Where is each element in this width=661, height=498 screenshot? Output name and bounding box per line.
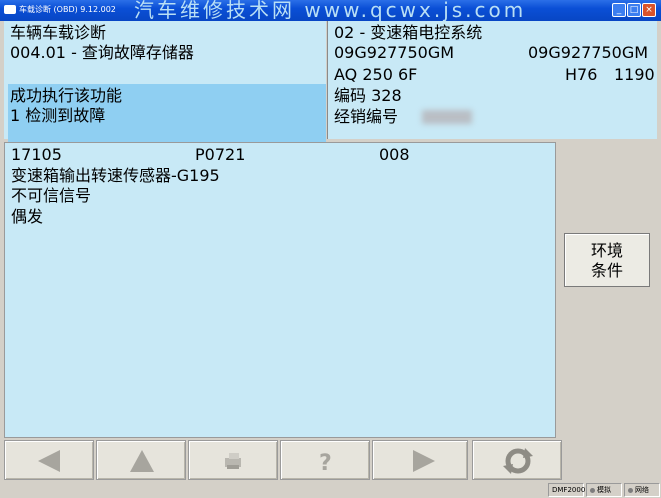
env-label-line1: 环境 — [590, 241, 623, 260]
fault-status-code: 008 — [379, 145, 410, 164]
dealer-number: 经销编号 — [334, 107, 399, 126]
part-number-alt: 09G927750GM — [528, 43, 649, 62]
print-icon — [225, 453, 241, 469]
forward-button[interactable] — [372, 440, 468, 480]
part-number: 09G927750GM — [334, 43, 455, 62]
fault-list[interactable]: 17105 P0721 008 变速箱输出转速传感器-G195 不可信信号 偶发 — [4, 142, 556, 438]
function-label: 004.01 - 查询故障存储器 — [10, 43, 194, 62]
redacted-dealer-value — [422, 110, 472, 124]
result-message: 成功执行该功能 — [10, 86, 123, 105]
software-version: 1190 — [614, 65, 655, 84]
status-panel: 车辆车载诊断 004.01 - 查询故障存储器 成功执行该功能 1 检测到故障 — [4, 21, 326, 159]
panel-heading: 车辆车载诊断 — [10, 23, 107, 42]
print-button[interactable] — [188, 440, 278, 480]
obd-code: P0721 — [195, 145, 246, 164]
status-mode-label: 模拟 — [597, 486, 611, 494]
status-bar: DMF2000 模拟 网络 — [0, 482, 661, 498]
fault-description: 变速箱输出转速传感器-G195 — [11, 166, 220, 185]
svg-text:?: ? — [319, 451, 332, 476]
fault-code: 17105 — [11, 145, 62, 164]
environment-conditions-button[interactable]: 环境 条件 — [564, 233, 650, 287]
window-title: 车载诊断 (OBD) 9.12.002 — [19, 5, 116, 14]
env-label-line2: 条件 — [590, 261, 623, 280]
coding-value: 编码 328 — [334, 86, 402, 105]
up-button[interactable] — [96, 440, 186, 480]
system-name: 02 - 变速箱电控系统 — [334, 23, 483, 42]
help-icon: ? — [319, 451, 332, 476]
status-mode: 模拟 — [586, 483, 622, 497]
mode-indicator-icon — [590, 487, 595, 493]
close-button[interactable]: × — [642, 3, 656, 17]
status-gateway-label: 网络 — [635, 486, 649, 494]
fault-count: 1 检测到故障 — [10, 106, 106, 125]
maximize-button[interactable]: □ — [627, 3, 641, 17]
refresh-icon — [503, 448, 533, 474]
hardware-version: H76 — [565, 65, 598, 84]
status-gateway: 网络 — [624, 483, 660, 497]
app-icon — [4, 5, 16, 14]
watermark-text: 汽车维修技术网 www.qcwx.js.com — [134, 0, 527, 21]
refresh-button[interactable] — [472, 440, 562, 480]
component-id: AQ 250 6F — [334, 65, 418, 84]
ecu-info-panel: 02 - 变速箱电控系统 09G927750GM 09G927750GM AQ … — [327, 21, 657, 139]
forward-arrow-icon — [413, 450, 435, 472]
status-version: DMF2000 — [548, 483, 585, 497]
help-button[interactable]: ? — [280, 440, 370, 480]
back-button[interactable] — [4, 440, 94, 480]
fault-symptom: 不可信信号 — [11, 186, 92, 205]
minimize-button[interactable]: _ — [612, 3, 626, 17]
gateway-indicator-icon — [628, 487, 633, 493]
window-titlebar: 车载诊断 (OBD) 9.12.002 汽车维修技术网 www.qcwx.js.… — [0, 0, 661, 21]
fault-type: 偶发 — [11, 207, 44, 226]
up-arrow-icon — [130, 450, 154, 472]
toolbar: ? — [4, 440, 656, 482]
back-arrow-icon — [38, 450, 60, 472]
